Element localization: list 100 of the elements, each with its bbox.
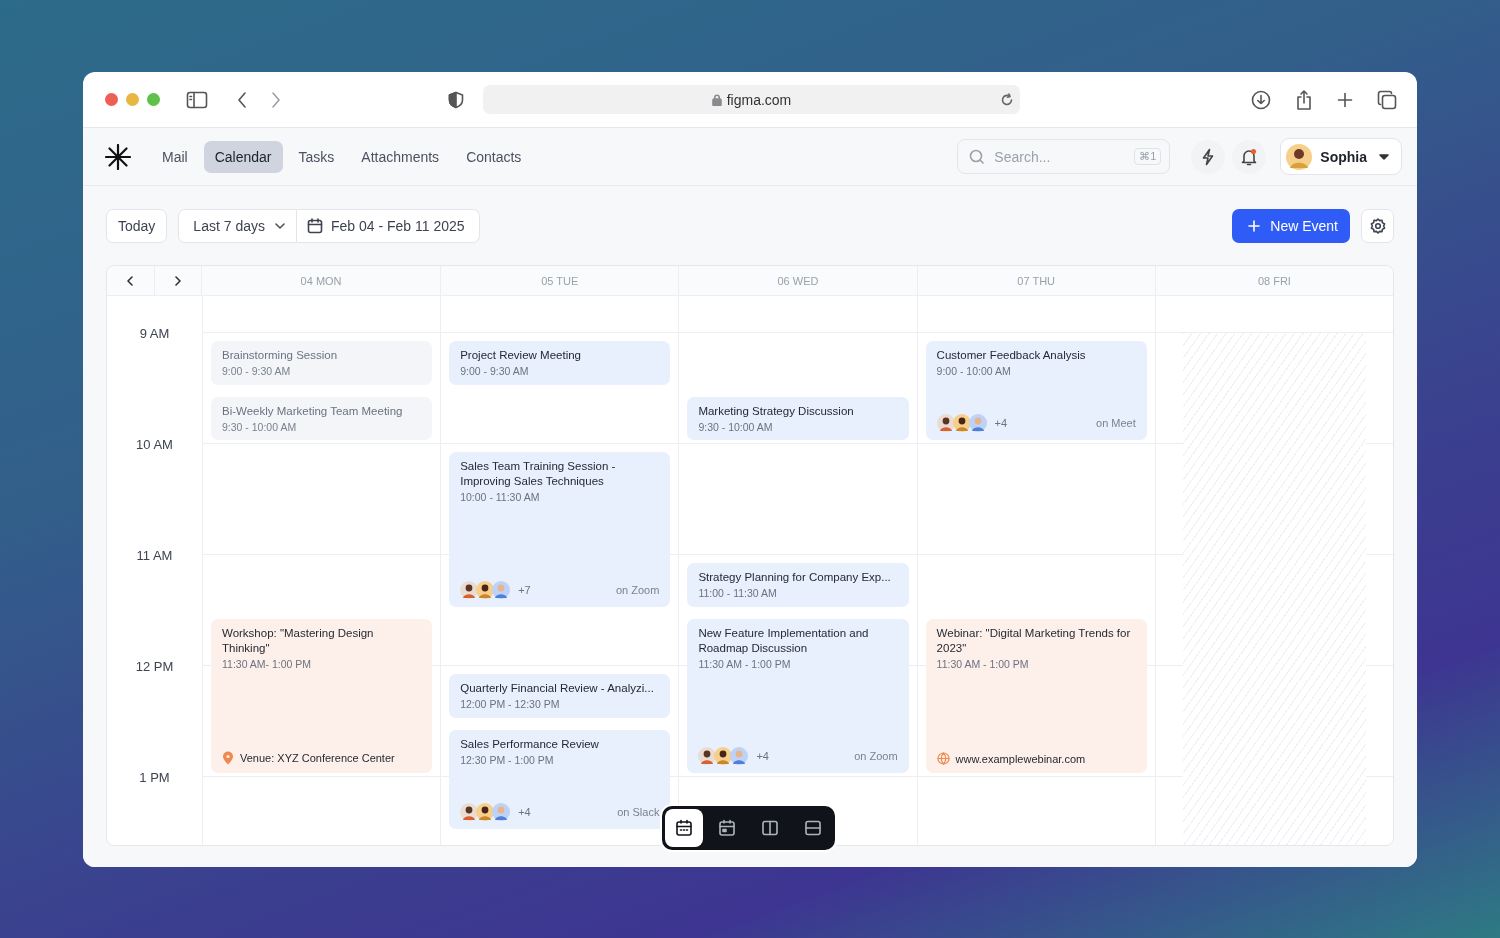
- address-bar[interactable]: figma.com: [483, 85, 1020, 114]
- attendee-avatars: [936, 414, 985, 432]
- event-title: Bi-Weekly Marketing Team Meeting: [222, 403, 404, 419]
- asterisk-logo-icon: [105, 143, 131, 170]
- new-event-button[interactable]: New Event: [1232, 208, 1350, 243]
- event-card[interactable]: Marketing Strategy Discussion 9:30 - 10:00 AM: [687, 396, 909, 440]
- meeting-platform: on Zoom: [854, 750, 898, 762]
- day-header: 08 FRI: [1154, 266, 1393, 295]
- map-pin-icon: [222, 751, 234, 765]
- settings-icon: [1369, 217, 1386, 234]
- hour-label: 11 AM: [135, 548, 174, 563]
- attendee-avatars: [698, 747, 747, 765]
- event-time: 9:30 - 10:00 AM: [222, 420, 298, 433]
- event-card[interactable]: Customer Feedback Analysis 9:00 - 10:00 AM +4 on Meet: [925, 341, 1147, 440]
- caret-icon: [1379, 153, 1389, 160]
- tabs-icon[interactable]: [1377, 89, 1397, 110]
- profile-menu[interactable]: Sophia: [1280, 138, 1402, 175]
- chevron-down-icon: [274, 222, 285, 229]
- event-title: Marketing Strategy Discussion: [698, 403, 855, 419]
- event-title: New Feature Implementation and Roadmap Discussion: [698, 625, 870, 656]
- event-time: 9:00 - 9:30 AM: [222, 365, 292, 377]
- event-time: 11:30 AM - 1:00 PM: [936, 657, 1030, 670]
- attendee-count: +4: [518, 805, 531, 818]
- nav-tab[interactable]: Calendar: [203, 140, 283, 173]
- event-card[interactable]: Webinar: "Digital Marketing Trends for 2023" 11:30 AM - 1:00 PM www.examplewebinar.com: [925, 618, 1147, 773]
- event-title: Project Review Meeting: [460, 348, 582, 363]
- user-name: Sophia: [1320, 148, 1367, 165]
- bolt-button[interactable]: [1191, 139, 1226, 174]
- event-title: Quarterly Financial Review - Analyzi...: [460, 681, 655, 696]
- chevron-right-icon: [173, 275, 182, 286]
- event-card[interactable]: Bi-Weekly Marketing Team Meeting 9:30 - 10:00 AM: [211, 396, 433, 440]
- event-time: 11:30 AM- 1:00 PM: [222, 657, 313, 670]
- bolt-icon: [1201, 147, 1216, 166]
- bell-icon: [1241, 147, 1258, 166]
- venue-text: Venue: XYZ Conference Center: [240, 752, 395, 764]
- attendee-count: +4: [994, 417, 1008, 429]
- event-time: 9:00 - 9:30 AM: [460, 365, 530, 377]
- reload-icon[interactable]: [1000, 92, 1014, 107]
- event-card[interactable]: Sales Performance Review 12:30 PM - 1:00 PM +4 on Slack: [449, 729, 671, 829]
- search-icon: [969, 149, 986, 165]
- share-icon[interactable]: [1295, 88, 1313, 111]
- event-time: 11:00 - 11:30 AM: [698, 587, 778, 599]
- nav-tab[interactable]: Contacts: [455, 140, 533, 173]
- attendee-avatars: [460, 580, 509, 599]
- forward-icon[interactable]: [270, 90, 282, 109]
- event-time: 10:00 - 11:30 AM: [460, 491, 541, 503]
- attendee-count: +4: [756, 750, 769, 762]
- event-title: Workshop: "Mastering Design Thinking": [222, 625, 375, 656]
- day-header: 07 THU: [916, 266, 1155, 295]
- event-card[interactable]: New Feature Implementation and Roadmap Discussion 11:30 AM - 1:00 PM +4 on Zoom: [687, 618, 909, 773]
- event-title: Strategy Planning for Company Exp...: [698, 570, 892, 585]
- notifications-button[interactable]: [1232, 139, 1267, 174]
- avatar-icon: [1286, 143, 1313, 170]
- event-card[interactable]: Workshop: "Mastering Design Thinking" 11:30 AM- 1:00 PM Venue: XYZ Conference Center: [211, 618, 433, 773]
- meeting-platform: on Zoom: [615, 583, 660, 596]
- range-dropdown[interactable]: Last 7 days: [178, 208, 297, 243]
- event-time: 11:30 AM - 1:00 PM: [698, 657, 792, 670]
- date-range-picker[interactable]: Feb 04 - Feb 11 2025: [296, 208, 480, 243]
- calendar-icon: [306, 217, 323, 234]
- back-icon[interactable]: [236, 90, 248, 109]
- url-text: figma.com: [726, 91, 792, 108]
- plus-icon: [1248, 219, 1261, 232]
- meeting-platform: on Slack: [617, 805, 660, 818]
- event-title: Sales Team Training Session - Improving Sales Techniques: [460, 459, 617, 489]
- day-header: 05 TUE: [440, 266, 679, 295]
- event-card[interactable]: Strategy Planning for Company Exp... 11:00 - 11:30 AM: [687, 563, 909, 607]
- attendee-avatars: [460, 802, 509, 821]
- close-window-button[interactable]: [105, 93, 118, 106]
- today-button[interactable]: Today: [106, 208, 168, 243]
- event-time: 9:00 - 10:00 AM: [936, 365, 1012, 377]
- hour-label: 1 PM: [138, 770, 171, 785]
- attendee-count: +7: [518, 583, 531, 596]
- event-title: Sales Performance Review: [460, 736, 600, 752]
- download-icon[interactable]: [1251, 89, 1271, 110]
- meeting-platform: on Meet: [1096, 417, 1136, 429]
- sidebar-icon[interactable]: [186, 90, 208, 109]
- event-card[interactable]: Brainstorming Session 9:00 - 9:30 AM: [211, 341, 433, 385]
- event-title: Brainstorming Session: [222, 348, 339, 363]
- calendar-icon: [675, 819, 693, 837]
- shield-icon[interactable]: [448, 90, 464, 109]
- day-header: 04 MON: [299, 273, 343, 289]
- nav-tab[interactable]: Attachments: [350, 140, 451, 173]
- plus-icon[interactable]: [1337, 91, 1353, 108]
- settings-button[interactable]: [1361, 208, 1394, 243]
- view-toggle[interactable]: [665, 809, 703, 847]
- event-time: 12:00 PM - 12:30 PM: [460, 698, 561, 710]
- globe-icon: [936, 752, 950, 765]
- event-link[interactable]: www.examplewebinar.com: [955, 752, 1086, 765]
- shortcut-hint: ⌘1: [1134, 148, 1162, 165]
- event-time: 12:30 PM - 1:00 PM: [460, 753, 555, 766]
- event-card[interactable]: Sales Team Training Session - Improving Sales Techniques 10:00 - 11:30 AM +7 on Zoom: [449, 452, 671, 607]
- event-card[interactable]: Quarterly Financial Review - Analyzi... 12:00 PM - 12:30 PM: [449, 674, 671, 718]
- nav-tab[interactable]: Mail: [151, 140, 199, 173]
- event-time: 9:30 - 10:00 AM: [698, 420, 774, 433]
- nav-tab[interactable]: Tasks: [287, 140, 346, 173]
- lock-icon: [711, 93, 722, 106]
- event-title: Customer Feedback Analysis: [936, 348, 1087, 363]
- calendar-day-icon: [718, 819, 736, 837]
- event-card[interactable]: Project Review Meeting 9:00 - 9:30 AM: [449, 341, 671, 385]
- rows-icon: [804, 819, 822, 837]
